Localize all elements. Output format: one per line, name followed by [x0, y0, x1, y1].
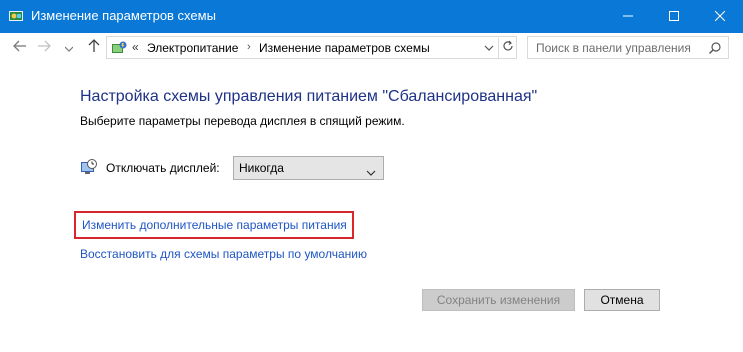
- breadcrumb-power-options[interactable]: Электропитание: [147, 41, 238, 55]
- up-button[interactable]: [85, 38, 103, 58]
- power-options-icon: [111, 40, 127, 56]
- restore-defaults-link[interactable]: Восстановить для схемы параметры по умол…: [80, 247, 367, 261]
- display-off-label: Отключать дисплей:: [106, 161, 220, 175]
- arrow-right-icon: [37, 39, 51, 57]
- page-title: Настройка схемы управления питанием "Сба…: [80, 88, 538, 105]
- search-box[interactable]: [527, 36, 729, 59]
- save-changes-button[interactable]: Сохранить изменения: [422, 289, 575, 311]
- address-history-chevron-icon[interactable]: [482, 41, 496, 55]
- search-icon[interactable]: [708, 41, 722, 55]
- page-subtitle: Выберите параметры перевода дисплея в сп…: [80, 114, 405, 128]
- chevron-down-icon: [366, 164, 376, 176]
- address-bar[interactable]: « Электропитание › Изменение параметров …: [106, 36, 517, 59]
- display-off-value: Никогда: [239, 161, 284, 175]
- refresh-icon: [502, 39, 514, 57]
- display-off-select[interactable]: Никогда: [233, 156, 384, 180]
- display-timer-icon: [80, 158, 98, 176]
- window-title: Изменение параметров схемы: [31, 8, 216, 23]
- arrow-left-icon: [13, 39, 27, 57]
- back-button[interactable]: [10, 38, 30, 58]
- breadcrumb-edit-plan[interactable]: Изменение параметров схемы: [259, 41, 430, 55]
- close-icon: [714, 8, 726, 26]
- close-button[interactable]: [697, 0, 743, 33]
- maximize-button[interactable]: [651, 0, 697, 33]
- cancel-button[interactable]: Отмена: [584, 289, 660, 311]
- breadcrumb-separator[interactable]: ›: [247, 41, 251, 53]
- address-overflow[interactable]: «: [132, 40, 139, 54]
- title-bar: Изменение параметров схемы: [0, 0, 743, 33]
- maximize-icon: [669, 8, 679, 26]
- minimize-icon: [623, 8, 633, 26]
- advanced-power-settings-link[interactable]: Изменить дополнительные параметры питани…: [82, 218, 347, 232]
- search-input[interactable]: [536, 40, 701, 55]
- refresh-button[interactable]: [498, 38, 517, 58]
- control-panel-icon: [8, 8, 24, 24]
- chevron-down-icon: [64, 39, 74, 57]
- arrow-up-icon: [88, 38, 100, 58]
- recent-locations-button[interactable]: [62, 38, 76, 58]
- forward-button[interactable]: [34, 38, 54, 58]
- minimize-button[interactable]: [605, 0, 651, 33]
